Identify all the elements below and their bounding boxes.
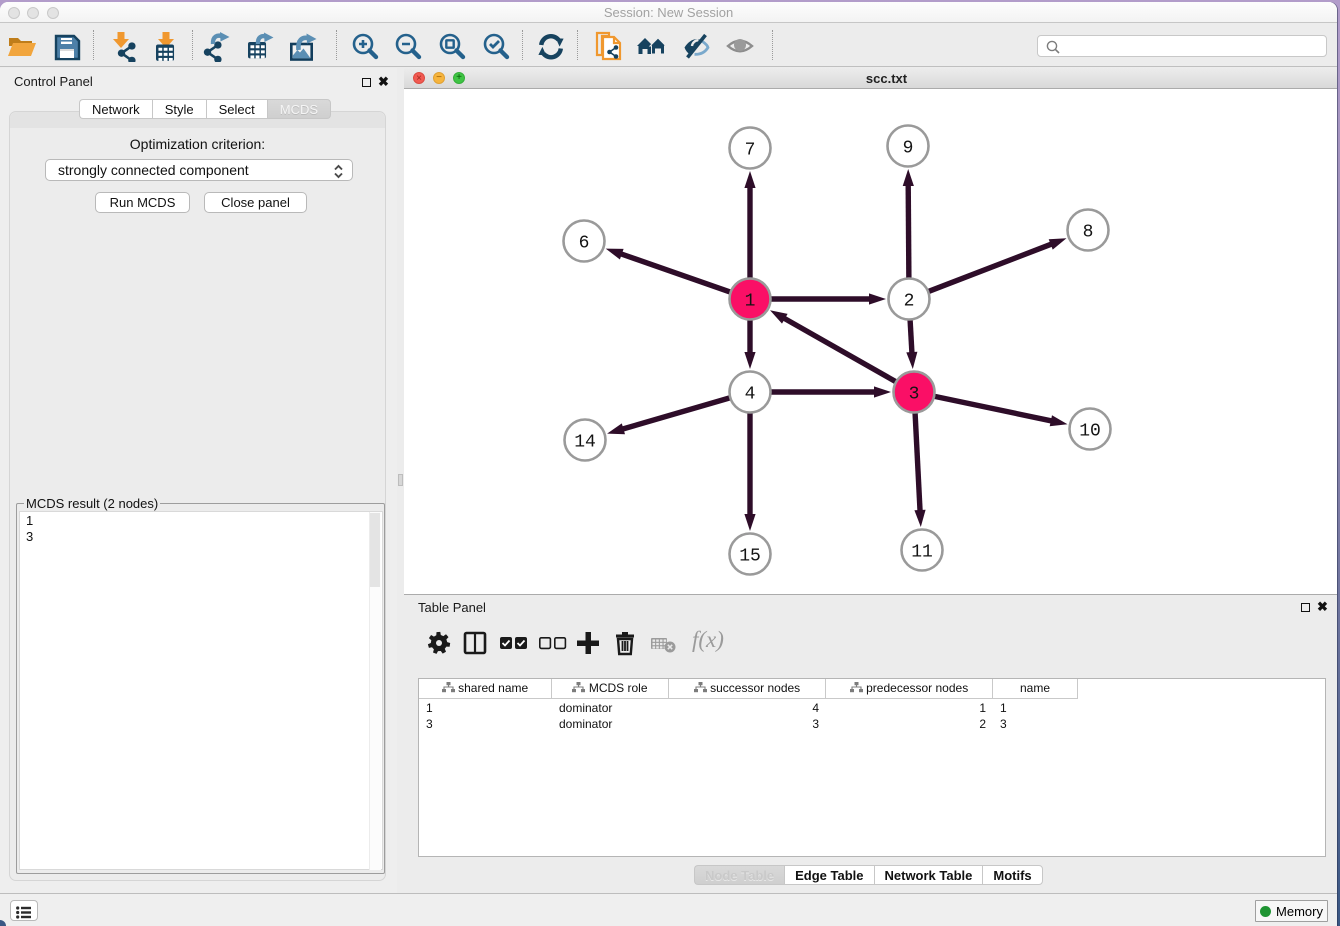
svg-text:2: 2 [904, 292, 915, 312]
svg-text:9: 9 [903, 139, 914, 159]
svg-text:14: 14 [574, 433, 596, 453]
svg-text:3: 3 [909, 385, 920, 405]
svg-text:11: 11 [911, 543, 933, 563]
svg-text:10: 10 [1079, 422, 1101, 442]
svg-text:6: 6 [579, 234, 590, 254]
svg-text:7: 7 [745, 141, 756, 161]
svg-text:8: 8 [1083, 223, 1094, 243]
svg-text:4: 4 [745, 385, 756, 405]
svg-text:1: 1 [745, 292, 756, 312]
svg-text:15: 15 [739, 547, 761, 567]
